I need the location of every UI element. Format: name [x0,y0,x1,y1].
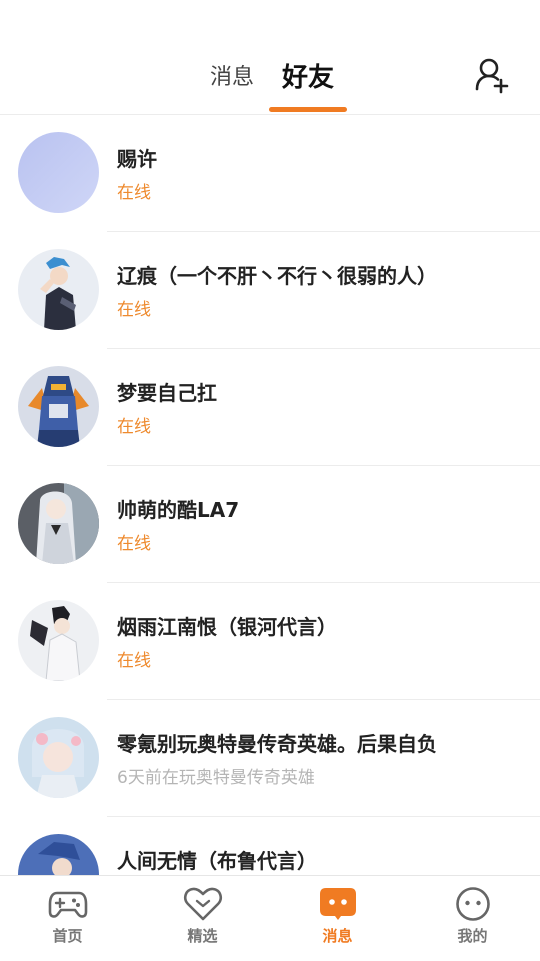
avatar [18,600,99,681]
tabbar-label: 消息 [322,927,353,945]
tabbar-profile[interactable]: 我的 [405,876,540,961]
avatar [18,834,99,875]
friend-row[interactable]: 梦要自己扛 在线 [0,349,540,466]
active-tab-indicator [269,107,347,112]
friend-name: 烟雨江南恨（银河代言） [117,615,337,639]
tabbar-label: 首页 [52,927,83,945]
avatar [18,132,99,213]
friend-name: 辽痕（一个不肝丶不行丶很弱的人） [117,264,437,288]
tabbar-label: 精选 [187,927,218,945]
friend-name: 人间无情（布鲁代言） [117,849,317,873]
friend-row[interactable]: 零氪别玩奥特曼传奇英雄。后果自负 6天前在玩奥特曼传奇英雄 [0,700,540,817]
friend-status: 在线 [117,183,151,203]
header: 消息 好友 [0,0,540,115]
friend-row[interactable]: 赐许 在线 [0,115,540,232]
friend-status: 在线 [117,417,151,437]
gamepad-icon [48,891,88,918]
tabbar-messages[interactable]: 消息 [270,876,405,961]
friend-status: 在线 [117,534,151,554]
heart-icon [183,887,223,921]
friend-list[interactable]: 赐许 在线 辽痕（一个不肝丶不行丶很弱的人） 在线 梦要自己扛 在线 帅萌的酷L… [0,115,540,875]
friend-row[interactable]: 辽痕（一个不肝丶不行丶很弱的人） 在线 [0,232,540,349]
message-icon [320,888,356,920]
friend-name: 帅萌的酷LA7 [117,498,240,522]
add-user-icon [475,58,509,94]
avatar [18,717,99,798]
friend-row[interactable]: 人间无情（布鲁代言） [0,817,540,875]
tabbar-featured[interactable]: 精选 [135,876,270,961]
friend-name: 零氪别玩奥特曼传奇英雄。后果自负 [117,732,437,756]
friend-name: 梦要自己扛 [117,381,217,405]
friend-row[interactable]: 烟雨江南恨（银河代言） 在线 [0,583,540,700]
friend-row[interactable]: 帅萌的酷LA7 在线 [0,466,540,583]
bottom-tab-bar: 首页 精选 消息 我的 [0,875,540,961]
avatar [18,366,99,447]
friend-status: 在线 [117,300,151,320]
face-icon [456,887,490,921]
avatar [18,483,99,564]
tabbar-label: 我的 [457,927,488,945]
friend-status: 6天前在玩奥特曼传奇英雄 [117,768,315,788]
add-friend-button[interactable] [472,56,512,96]
tab-friends[interactable]: 好友 [270,58,346,98]
tab-messages[interactable]: 消息 [196,58,268,98]
tabbar-home[interactable]: 首页 [0,876,135,961]
friend-name: 赐许 [117,147,157,171]
avatar [18,249,99,330]
friend-status: 在线 [117,651,151,671]
